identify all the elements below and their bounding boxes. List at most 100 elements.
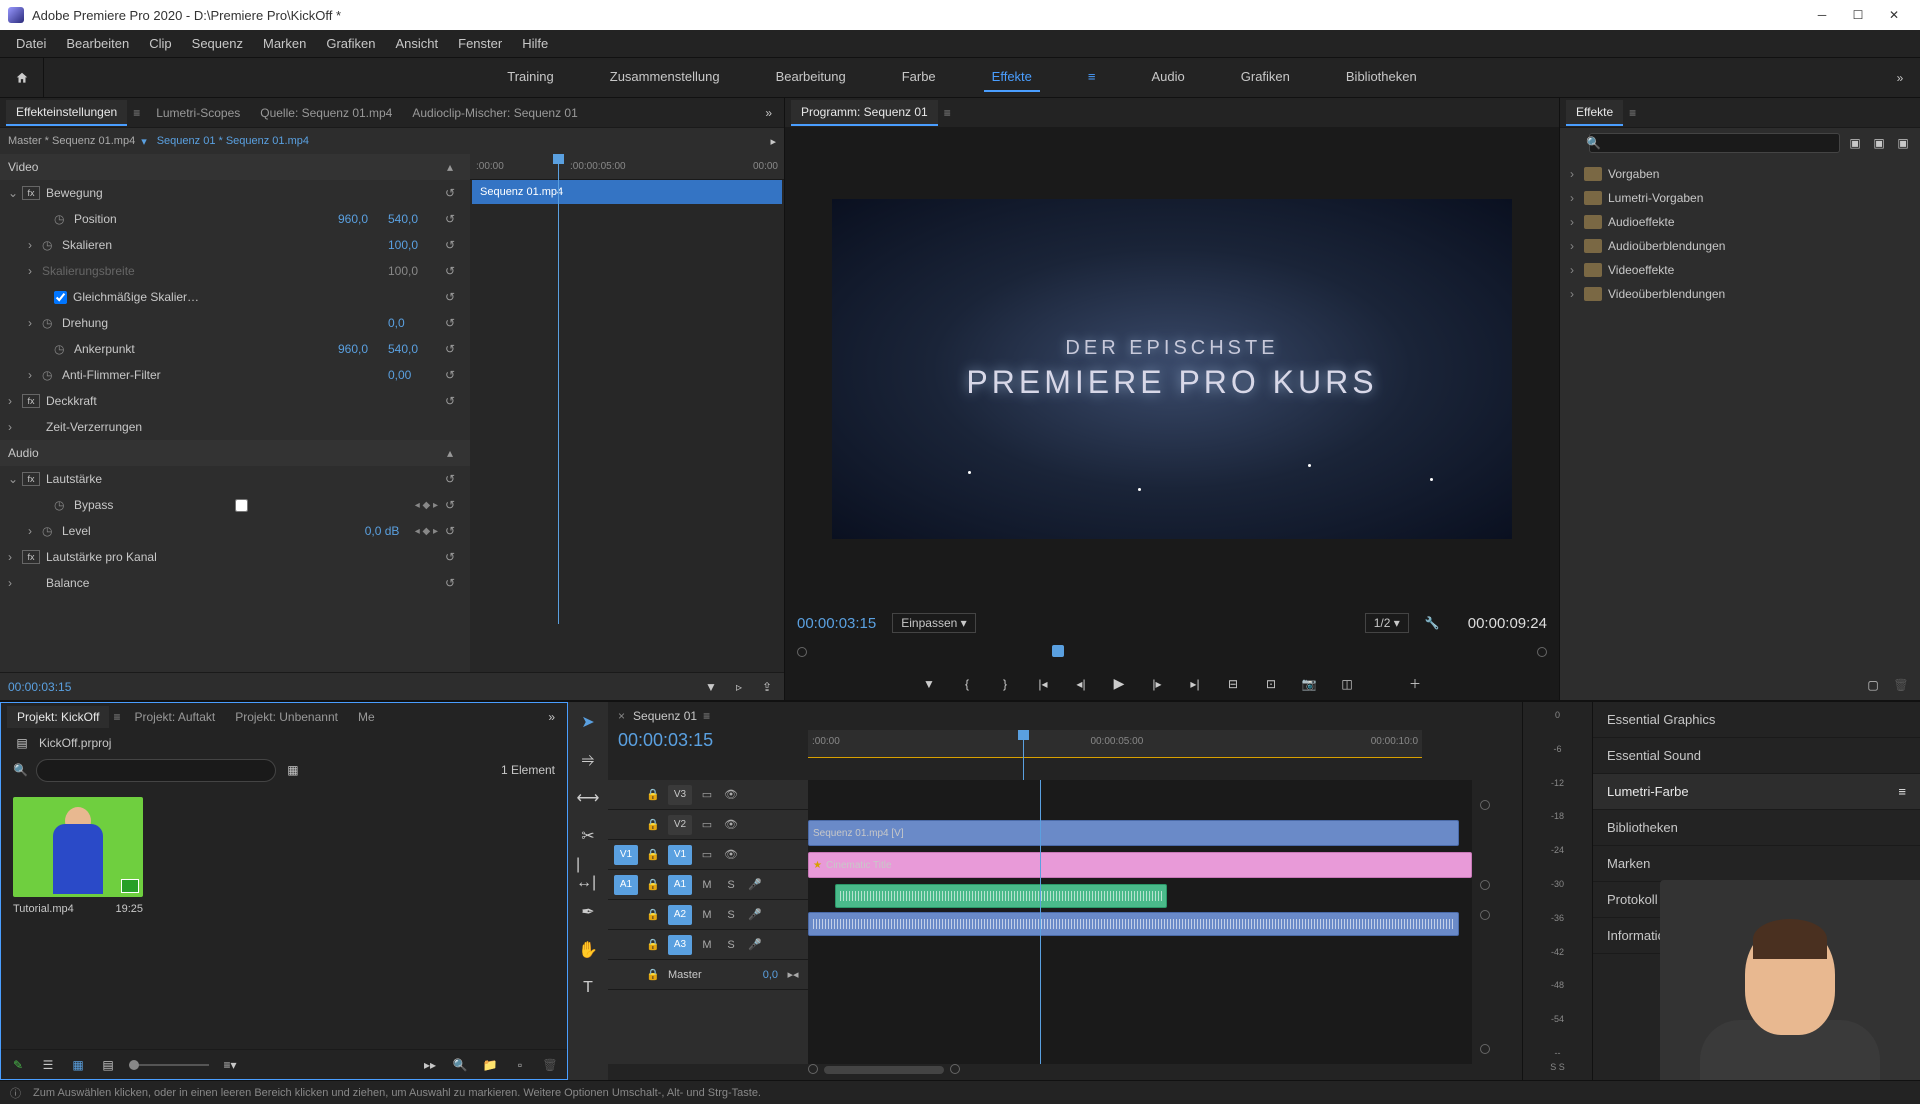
ec-scale-val[interactable]: 100,0 <box>388 238 438 252</box>
tab-menu-icon[interactable]: ≡ <box>127 106 146 120</box>
add-marker-button[interactable]: ▼ <box>919 674 939 694</box>
ec-timecode[interactable]: 00:00:03:15 <box>8 680 71 694</box>
lift-button[interactable]: ⊟ <box>1223 674 1243 694</box>
slip-tool[interactable]: |↔| <box>576 862 600 886</box>
ec-pos-x[interactable]: 960,0 <box>338 212 388 226</box>
ec-bypass-check[interactable] <box>235 499 248 512</box>
pen-tool[interactable]: ✒ <box>576 900 600 924</box>
ec-clip-header[interactable]: Sequenz 01.mp4 <box>472 180 782 204</box>
mic-icon[interactable]: 🎤 <box>746 878 764 891</box>
ec-master-label[interactable]: Master * Sequenz 01.mp4 <box>8 135 135 147</box>
freeform-icon[interactable]: ▦ <box>284 761 302 779</box>
tab-menu-icon[interactable]: ≡ <box>1623 106 1642 120</box>
effects-folder[interactable]: ›Audioüberblendungen <box>1560 234 1920 258</box>
menu-grafiken[interactable]: Grafiken <box>316 32 385 55</box>
menu-sequenz[interactable]: Sequenz <box>182 32 253 55</box>
timeline-zoom-scrollbar[interactable] <box>824 1066 944 1074</box>
lock-icon[interactable]: 🔒 <box>644 908 662 921</box>
reset-icon[interactable]: ↺ <box>438 498 462 512</box>
eye-icon[interactable]: 👁 <box>722 848 740 861</box>
comparison-button[interactable]: ◫ <box>1337 674 1357 694</box>
source-patch-v1[interactable]: V1 <box>614 845 638 865</box>
maximize-button[interactable]: ☐ <box>1840 0 1876 30</box>
ws-overflow[interactable]: » <box>1880 71 1920 85</box>
fx-badge[interactable]: fx <box>22 472 40 486</box>
export-frame-button[interactable]: 📷 <box>1299 674 1319 694</box>
ec-timeremap[interactable]: Zeit-Verzerrungen <box>46 420 462 434</box>
ws-effects[interactable]: Effekte <box>984 63 1040 92</box>
mark-out-button[interactable]: } <box>995 674 1015 694</box>
stopwatch-icon[interactable]: ◷ <box>54 498 70 512</box>
ec-playhead[interactable] <box>558 154 559 624</box>
list-view-icon[interactable]: ☰ <box>39 1056 57 1074</box>
lock-icon[interactable]: 🔒 <box>644 848 662 861</box>
reset-icon[interactable]: ↺ <box>438 264 462 278</box>
new-bin-icon[interactable]: 📁 <box>481 1056 499 1074</box>
stopwatch-icon[interactable]: ◷ <box>54 212 70 226</box>
timeline-clip-audio2[interactable] <box>808 912 1459 936</box>
ec-level-val[interactable]: 0,0 dB <box>365 524 415 538</box>
stopwatch-icon[interactable]: ◷ <box>42 238 58 252</box>
reset-icon[interactable]: ↺ <box>438 212 462 226</box>
reset-icon[interactable]: ↺ <box>438 290 462 304</box>
ws-assembly[interactable]: Zusammenstellung <box>602 63 728 92</box>
ws-color[interactable]: Farbe <box>894 63 944 92</box>
master-value[interactable]: 0,0 <box>763 969 778 981</box>
menu-datei[interactable]: Datei <box>6 32 56 55</box>
settings-icon[interactable]: 🔧 <box>1425 616 1440 630</box>
selection-tool[interactable]: ➤ <box>576 710 600 734</box>
ec-balance[interactable]: Balance <box>46 576 438 590</box>
freeform-view-icon[interactable]: ▤ <box>99 1056 117 1074</box>
thumbnail-size-slider[interactable] <box>129 1064 209 1066</box>
track-header-v3[interactable]: 🔒V3▭👁 <box>608 780 808 810</box>
filter-icon[interactable]: ▼ <box>702 678 720 696</box>
reset-icon[interactable]: ↺ <box>438 342 462 356</box>
toggle-output-icon[interactable]: ▭ <box>698 848 716 861</box>
ws-audio[interactable]: Audio <box>1144 63 1193 92</box>
effects-search-input[interactable] <box>1589 133 1840 153</box>
ec-seq-label[interactable]: Sequenz 01 * Sequenz 01.mp4 <box>157 135 309 147</box>
sort-icon[interactable]: ≡▾ <box>221 1056 239 1074</box>
ws-graphics[interactable]: Grafiken <box>1233 63 1298 92</box>
icon-view-icon[interactable]: ▦ <box>69 1056 87 1074</box>
scrub-playhead[interactable] <box>1052 645 1064 657</box>
ws-libraries[interactable]: Bibliotheken <box>1338 63 1425 92</box>
meter-solo-buttons[interactable]: S S <box>1527 1058 1588 1072</box>
track-header-a1[interactable]: A1🔒A1MS🎤 <box>608 870 808 900</box>
lock-icon[interactable]: 🔒 <box>644 968 662 981</box>
ec-motion[interactable]: Bewegung <box>46 186 438 200</box>
ec-channel-vol[interactable]: Lautstärke pro Kanal <box>46 550 438 564</box>
presets-icon[interactable]: ▣ <box>1846 134 1864 152</box>
effects-folder[interactable]: ›Audioeffekte <box>1560 210 1920 234</box>
program-tc-current[interactable]: 00:00:03:15 <box>797 615 876 632</box>
ec-audio-collapse-icon[interactable]: ▴ <box>438 446 462 460</box>
panel-markers[interactable]: Marken <box>1593 846 1920 882</box>
chevron-right-icon[interactable]: › <box>28 238 42 252</box>
tab-program[interactable]: Programm: Sequenz 01 <box>791 100 938 126</box>
find-icon[interactable]: 🔍 <box>451 1056 469 1074</box>
reset-icon[interactable]: ↺ <box>438 472 462 486</box>
reset-icon[interactable]: ↺ <box>438 524 462 538</box>
step-forward-button[interactable]: |▸ <box>1147 674 1167 694</box>
eye-icon[interactable]: 👁 <box>722 788 740 801</box>
home-button[interactable] <box>0 58 44 98</box>
tab-menu-icon[interactable]: ≡ <box>938 106 957 120</box>
stopwatch-icon[interactable]: ◷ <box>42 368 58 382</box>
reset-icon[interactable]: ↺ <box>438 394 462 408</box>
project-bin[interactable]: Tutorial.mp4 19:25 <box>1 785 567 1049</box>
new-bin-icon[interactable]: ▢ <box>1864 676 1882 694</box>
tabs-overflow[interactable]: » <box>542 710 561 724</box>
program-zoom-dropdown[interactable]: 1/2 ▾ <box>1365 613 1409 633</box>
toggle-output-icon[interactable]: ▭ <box>698 818 716 831</box>
track-header-v1[interactable]: V1🔒V1▭👁 <box>608 840 808 870</box>
chevron-right-icon[interactable]: › <box>8 576 22 590</box>
panel-lumetri-color[interactable]: Lumetri-Farbe≡ <box>1593 774 1920 810</box>
ws-training[interactable]: Training <box>499 63 561 92</box>
chevron-down-icon[interactable]: ⌄ <box>8 472 22 486</box>
tab-menu-icon[interactable]: ≡ <box>109 710 124 724</box>
effects-folder[interactable]: ›Lumetri-Vorgaben <box>1560 186 1920 210</box>
program-scrubber[interactable] <box>797 641 1547 664</box>
ec-uniform-check[interactable] <box>54 291 67 304</box>
timeline-clip-audio1[interactable] <box>835 884 1167 908</box>
stopwatch-icon[interactable]: ◷ <box>42 524 58 538</box>
